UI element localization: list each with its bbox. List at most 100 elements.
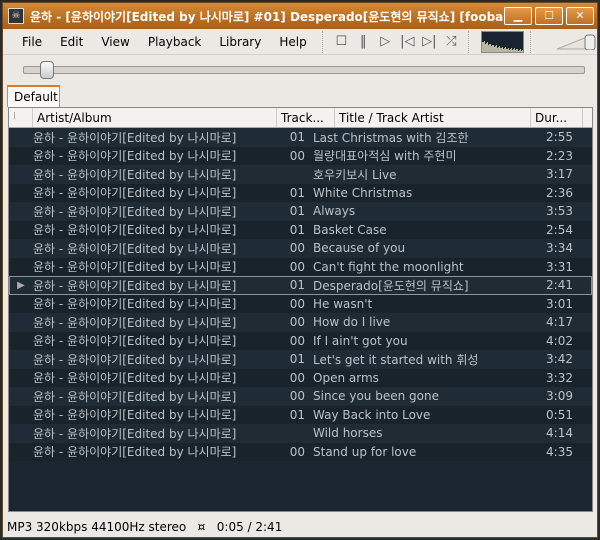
playlist-row[interactable]: 윤하 - 윤하이야기[Edited by 나시마로] 00 Since you be… <box>9 387 592 406</box>
seek-bar[interactable] <box>23 66 585 74</box>
title: White Christmas <box>313 185 413 200</box>
playlist-row[interactable]: ▶ 윤하 - 윤하이야기[Edited by 나시마로] 01 Desperado[윤… <box>9 276 592 295</box>
column-track[interactable]: Track... <box>277 108 335 127</box>
playlist-row[interactable]: 윤하 - 윤하이야기[Edited by 나시마로] 01 Always 3:53 <box>9 202 592 221</box>
seek-bar-row <box>3 57 597 85</box>
seek-handle[interactable] <box>40 61 55 79</box>
menu-help[interactable]: Help <box>270 35 315 49</box>
duration: 3:09 <box>546 389 573 404</box>
playlist-row[interactable]: 윤하 - 윤하이야기[Edited by 나시마로] 호우키보시 Live 3:17 <box>9 165 592 184</box>
spectrum-bar <box>524 51 525 52</box>
title: Let's get it started with 휘성 <box>313 352 479 367</box>
menu-edit[interactable]: Edit <box>51 35 92 49</box>
status-bar: MP3 320kbps 44100Hz stereo ¤ 0:05 / 2:41 <box>7 520 283 534</box>
playlist-row[interactable]: 윤하 - 윤하이야기[Edited by 나시마로] 00 He wasn't 3:0… <box>9 294 592 313</box>
duration: 3:31 <box>546 259 573 274</box>
duration: 2:55 <box>546 130 573 145</box>
title: 월량대표아적심 with 주현미 <box>313 149 457 164</box>
random-icon[interactable]: ⤮ <box>440 34 462 49</box>
artist-album: 윤하 - 윤하이야기[Edited by 나시마로] <box>33 297 237 312</box>
track-number: 00 <box>289 315 305 330</box>
column-duration[interactable]: Dur... <box>531 108 583 127</box>
previous-icon[interactable]: |◁ <box>396 34 418 49</box>
pause-icon[interactable]: ‖ <box>352 34 374 49</box>
toolbar-separator <box>468 30 471 53</box>
menu-file[interactable]: File <box>13 35 51 49</box>
app-icon[interactable]: ☠ <box>8 8 24 24</box>
volume-slider[interactable] <box>556 34 597 50</box>
artist-album: 윤하 - 윤하이야기[Edited by 나시마로] <box>33 223 237 238</box>
title: 호우키보시 Live <box>313 167 397 182</box>
duration: 4:02 <box>546 333 573 348</box>
menu-playback[interactable]: Playback <box>139 35 211 49</box>
title: How do I live <box>313 315 391 330</box>
track-number: 01 <box>289 204 305 219</box>
artist-album: 윤하 - 윤하이야기[Edited by 나시마로] <box>33 278 237 293</box>
duration: 4:35 <box>546 444 573 459</box>
title: Open arms <box>313 370 379 385</box>
menu-view[interactable]: View <box>92 35 138 49</box>
artist-album: 윤하 - 윤하이야기[Edited by 나시마로] <box>33 241 237 256</box>
artist-album: 윤하 - 윤하이야기[Edited by 나시마로] <box>33 426 237 441</box>
maximize-button[interactable]: ☐ <box>535 7 563 25</box>
track-number: 00 <box>289 333 305 348</box>
playlist-row[interactable]: 윤하 - 윤하이야기[Edited by 나시마로] 01 Basket Case 2… <box>9 220 592 239</box>
playlist-row[interactable]: 윤하 - 윤하이야기[Edited by 나시마로] 01 Way Back int… <box>9 405 592 424</box>
artist-album: 윤하 - 윤하이야기[Edited by 나시마로] <box>33 186 237 201</box>
foobar-window: ☠ 윤하 - [윤하이야기[Edited by 나시마로] #01] Despe… <box>2 2 598 538</box>
minimize-button[interactable]: ▁ <box>504 7 532 25</box>
playlist-row[interactable]: 윤하 - 윤하이야기[Edited by 나시마로] 00 If I ain't g… <box>9 331 592 350</box>
artist-album: 윤하 - 윤하이야기[Edited by 나시마로] <box>33 352 237 367</box>
duration: 3:42 <box>546 352 573 367</box>
playlist-row[interactable]: 윤하 - 윤하이야기[Edited by 나시마로] 00 Because of y… <box>9 239 592 258</box>
artist-album: 윤하 - 윤하이야기[Edited by 나시마로] <box>33 371 237 386</box>
title: Wild horses <box>313 426 383 441</box>
play-icon[interactable]: ▷ <box>374 34 396 49</box>
duration: 0:51 <box>546 407 573 422</box>
artist-album: 윤하 - 윤하이야기[Edited by 나시마로] <box>33 167 237 182</box>
playlist-row[interactable]: 윤하 - 윤하이야기[Edited by 나시마로] 00 Open arms 3:3… <box>9 368 592 387</box>
duration: 3:32 <box>546 370 573 385</box>
next-icon[interactable]: ▷| <box>418 34 440 49</box>
playlist-row[interactable]: 윤하 - 윤하이야기[Edited by 나시마로] 00 월량대표아적심 with… <box>9 146 592 165</box>
playlist-header: I Artist/Album Track... Title / Track Ar… <box>9 108 592 128</box>
playlist-row[interactable]: 윤하 - 윤하이야기[Edited by 나시마로] Wild horses 4:1… <box>9 424 592 443</box>
title: Desperado[윤도현의 뮤직쇼] <box>313 278 469 293</box>
title: Since you been gone <box>313 389 439 404</box>
stop-icon[interactable]: ☐ <box>330 34 352 49</box>
column-artist-album[interactable]: Artist/Album <box>33 108 277 127</box>
title: Stand up for love <box>313 444 417 459</box>
title: Can't fight the moonlight <box>313 259 464 274</box>
track-number: 00 <box>289 148 305 163</box>
playlist-row[interactable]: 윤하 - 윤하이야기[Edited by 나시마로] 01 Last Christm… <box>9 128 592 147</box>
duration: 3:53 <box>546 204 573 219</box>
spectrum-visualizer <box>480 30 525 53</box>
artist-album: 윤하 - 윤하이야기[Edited by 나시마로] <box>33 315 237 330</box>
playlist-row[interactable]: 윤하 - 윤하이야기[Edited by 나시마로] 00 Can't fight … <box>9 257 592 276</box>
playlist-row[interactable]: 윤하 - 윤하이야기[Edited by 나시마로] 01 Let's get it… <box>9 350 592 369</box>
playlist-row[interactable]: 윤하 - 윤하이야기[Edited by 나시마로] 00 Stand up for… <box>9 442 592 461</box>
playlist-row[interactable]: 윤하 - 윤하이야기[Edited by 나시마로] 01 White Christ… <box>9 183 592 202</box>
track-number: 01 <box>289 185 305 200</box>
track-number: 01 <box>289 352 305 367</box>
track-number: 01 <box>289 407 305 422</box>
toolbar-separator <box>321 30 325 53</box>
toolbar-separator <box>530 30 533 53</box>
duration: 2:23 <box>546 148 573 163</box>
track-number: 00 <box>289 259 305 274</box>
track-number: 00 <box>289 241 305 256</box>
menu-library[interactable]: Library <box>210 35 270 49</box>
column-playing[interactable]: I <box>9 108 33 127</box>
track-number: 00 <box>289 389 305 404</box>
duration: 3:01 <box>546 296 573 311</box>
playlist-row[interactable]: 윤하 - 윤하이야기[Edited by 나시마로] 00 How do I liv… <box>9 313 592 332</box>
title: He wasn't <box>313 296 373 311</box>
column-title[interactable]: Title / Track Artist <box>335 108 531 127</box>
track-number: 01 <box>289 278 305 293</box>
close-button[interactable]: ✕ <box>566 7 594 25</box>
tab-default[interactable]: Default <box>7 85 60 107</box>
duration: 4:17 <box>546 315 573 330</box>
track-number: 00 <box>289 296 305 311</box>
duration: 3:17 <box>546 167 573 182</box>
artist-album: 윤하 - 윤하이야기[Edited by 나시마로] <box>33 408 237 423</box>
